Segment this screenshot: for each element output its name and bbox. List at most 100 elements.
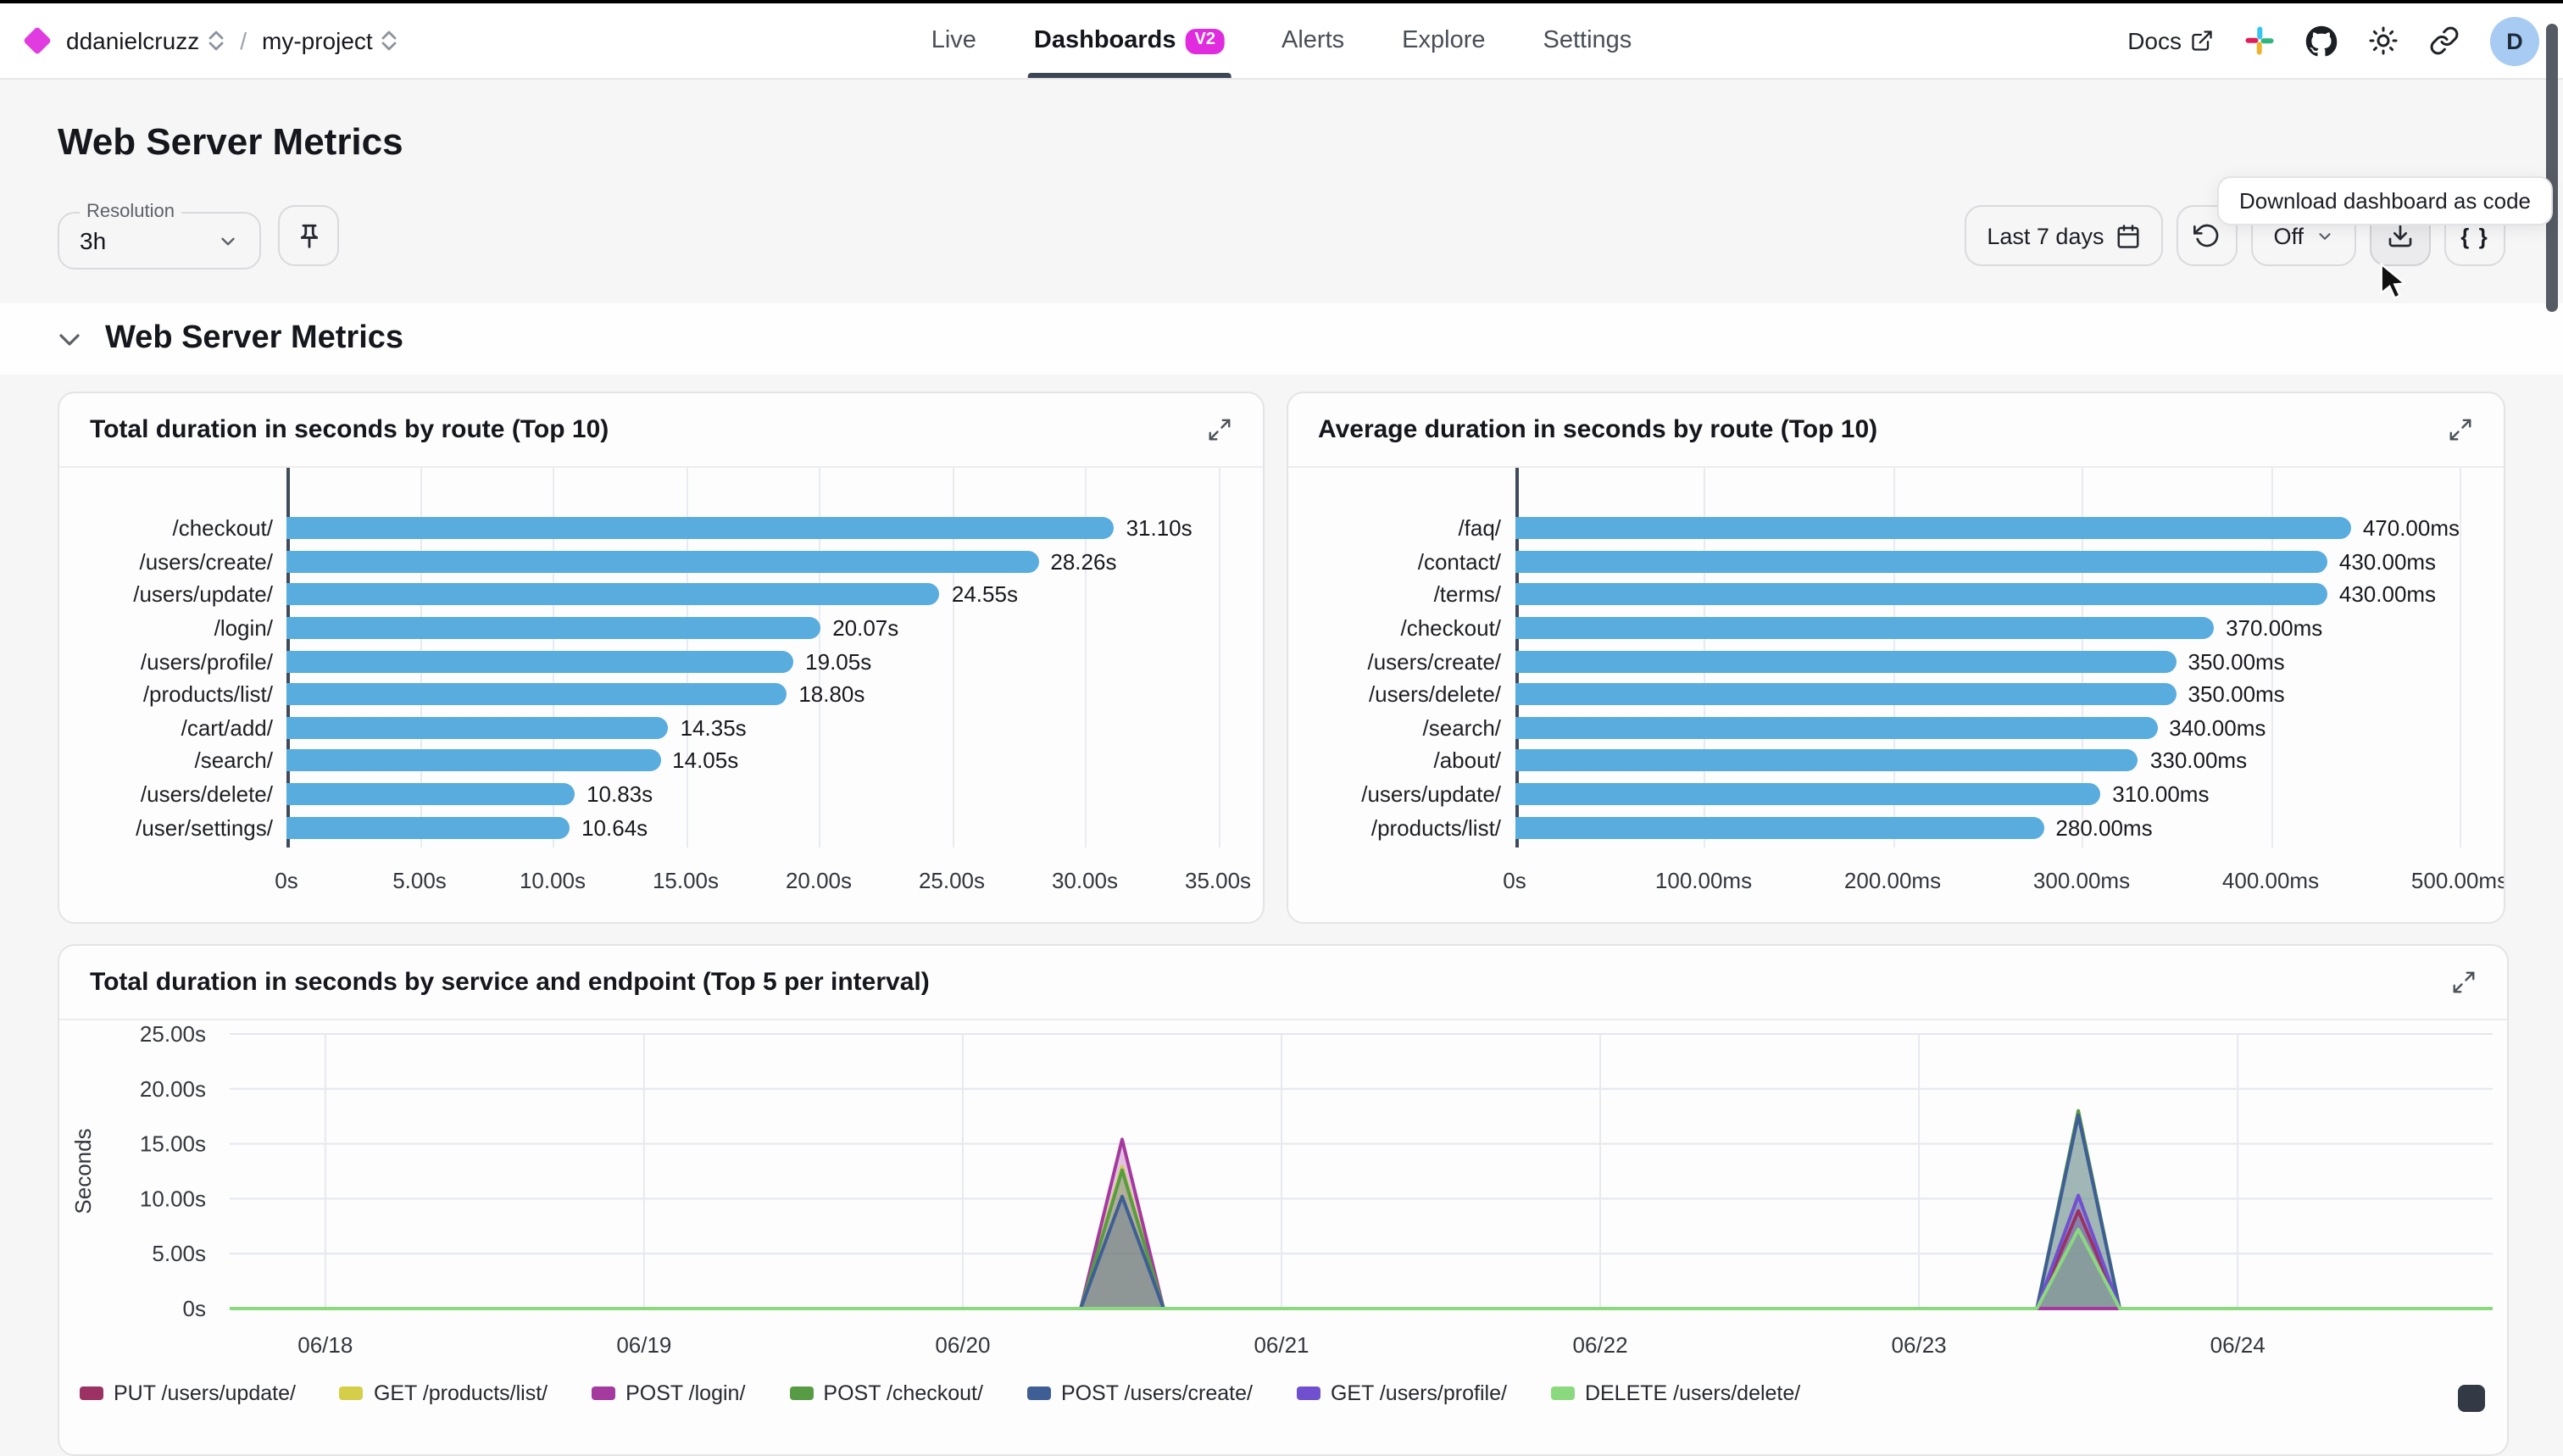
bar-row: /checkout/31.10s xyxy=(59,512,1262,545)
app-header: ddanielcruzz / my-project Live Dashboards… xyxy=(0,3,2563,80)
bar-value-label: 10.83s xyxy=(587,781,653,807)
time-range-button[interactable]: Last 7 days xyxy=(1965,205,2163,266)
external-link-icon xyxy=(2190,29,2214,53)
floating-widget[interactable] xyxy=(2458,1385,2485,1412)
tab-label: Explore xyxy=(1402,27,1485,54)
bar[interactable] xyxy=(1515,518,2351,540)
svg-text:06/23: 06/23 xyxy=(1892,1332,1947,1358)
bar-row: /users/create/28.26s xyxy=(59,545,1262,578)
expand-panel-icon[interactable] xyxy=(2451,970,2477,995)
bar[interactable] xyxy=(1515,551,2327,573)
dashboard-section-header[interactable]: Web Server Metrics xyxy=(0,303,2563,375)
svg-text:10.00s: 10.00s xyxy=(140,1186,206,1211)
tab-settings[interactable]: Settings xyxy=(1543,3,1632,78)
legend-swatch xyxy=(1027,1387,1051,1400)
bar[interactable] xyxy=(286,783,575,805)
x-axis-tick: 15.00s xyxy=(653,868,719,893)
avatar-initial: D xyxy=(2506,28,2523,53)
bar[interactable] xyxy=(286,684,787,706)
bar-value-label: 330.00ms xyxy=(2150,748,2247,774)
bar-row: /users/delete/350.00ms xyxy=(1287,678,2504,711)
bar-category-label: /contact/ xyxy=(1287,549,1515,575)
svg-text:15.00s: 15.00s xyxy=(140,1131,206,1156)
bar[interactable] xyxy=(1515,684,2176,706)
legend-item[interactable]: DELETE /users/delete/ xyxy=(1551,1381,1800,1405)
section-collapse-chevron-icon[interactable] xyxy=(58,328,81,350)
github-icon[interactable] xyxy=(2305,25,2338,57)
bar[interactable] xyxy=(1515,783,2100,805)
bar-chart[interactable]: /checkout/31.10s/users/create/28.26s/use… xyxy=(59,468,1262,922)
bar-row: /users/update/24.55s xyxy=(59,578,1262,611)
expand-panel-icon[interactable] xyxy=(2448,417,2473,442)
x-axis-tick: 5.00s xyxy=(392,868,447,893)
bar[interactable] xyxy=(1515,816,2043,838)
bar[interactable] xyxy=(1515,584,2327,606)
breadcrumb-separator: / xyxy=(240,27,247,54)
bar[interactable] xyxy=(1515,617,2214,639)
auto-refresh-value: Off xyxy=(2273,223,2304,248)
bar[interactable] xyxy=(286,518,1115,540)
tab-label: Alerts xyxy=(1282,27,1344,54)
area-chart[interactable]: 0s5.00s10.00s15.00s20.00s25.00s06/1806/1… xyxy=(59,1020,2507,1378)
bar-value-label: 430.00ms xyxy=(2339,582,2436,608)
bar[interactable] xyxy=(1515,717,2157,739)
x-axis-tick: 100.00ms xyxy=(1655,868,1752,893)
bar[interactable] xyxy=(286,617,820,639)
legend-item[interactable]: GET /products/list/ xyxy=(340,1381,548,1405)
bar[interactable] xyxy=(286,584,940,606)
bar[interactable] xyxy=(1515,750,2138,772)
bar-row: /login/20.07s xyxy=(59,612,1262,645)
legend-item[interactable]: POST /users/create/ xyxy=(1027,1381,1253,1405)
legend-swatch xyxy=(1297,1387,1320,1400)
pin-toolbar-button[interactable] xyxy=(278,205,339,266)
legend-item[interactable]: GET /users/profile/ xyxy=(1297,1381,1507,1405)
brand-logo-icon[interactable] xyxy=(23,26,52,55)
legend-item[interactable]: POST /login/ xyxy=(592,1381,745,1405)
bar-value-label: 370.00ms xyxy=(2226,615,2322,641)
svg-text:06/18: 06/18 xyxy=(297,1332,353,1358)
legend-item[interactable]: POST /checkout/ xyxy=(789,1381,983,1405)
bar[interactable] xyxy=(286,750,660,772)
tab-dashboards[interactable]: DashboardsV2 xyxy=(1034,3,1224,78)
theme-toggle-sun-icon[interactable] xyxy=(2368,25,2399,56)
legend-label: GET /products/list/ xyxy=(374,1381,548,1405)
bar-chart[interactable]: /faq/470.00ms/contact/430.00ms/terms/430… xyxy=(1287,468,2504,922)
bar[interactable] xyxy=(1515,650,2176,672)
bar-row: /users/profile/19.05s xyxy=(59,645,1262,678)
slack-icon[interactable] xyxy=(2244,25,2275,56)
bar-value-label: 470.00ms xyxy=(2363,516,2460,542)
bar[interactable] xyxy=(286,650,793,672)
org-switcher[interactable]: ddanielcruzz xyxy=(66,27,225,54)
svg-text:5.00s: 5.00s xyxy=(152,1241,206,1266)
bar-category-label: /products/list/ xyxy=(59,682,286,708)
bar-category-label: /users/create/ xyxy=(1287,648,1515,674)
header-actions: Docs D xyxy=(2127,16,2539,65)
tab-explore[interactable]: Explore xyxy=(1402,3,1485,78)
legend-label: DELETE /users/delete/ xyxy=(1585,1381,1800,1405)
expand-panel-icon[interactable] xyxy=(1206,417,1231,442)
tab-live[interactable]: Live xyxy=(931,3,976,78)
bar-value-label: 340.00ms xyxy=(2169,715,2266,741)
tab-alerts[interactable]: Alerts xyxy=(1282,3,1344,78)
legend-label: PUT /users/update/ xyxy=(114,1381,296,1405)
scrollbar-thumb[interactable] xyxy=(2546,24,2558,312)
panel-title: Total duration in seconds by route (Top … xyxy=(90,415,609,444)
bar-row: /terms/430.00ms xyxy=(1287,578,2504,611)
bar-category-label: /users/create/ xyxy=(59,549,286,575)
user-avatar[interactable]: D xyxy=(2490,16,2539,65)
bar-category-label: /users/update/ xyxy=(1287,781,1515,807)
bar-category-label: /users/delete/ xyxy=(59,781,286,807)
chevron-down-icon xyxy=(217,230,239,252)
page-title: Web Server Metrics xyxy=(58,120,2505,164)
docs-link[interactable]: Docs xyxy=(2127,27,2214,54)
panel-average-duration-by-route: Average duration in seconds by route (To… xyxy=(1286,392,2505,924)
legend-item[interactable]: PUT /users/update/ xyxy=(80,1381,296,1405)
chevron-down-icon xyxy=(2316,226,2334,245)
bar[interactable] xyxy=(286,717,669,739)
bar[interactable] xyxy=(286,551,1038,573)
bar[interactable] xyxy=(286,816,570,838)
resolution-select[interactable]: Resolution 3h xyxy=(58,202,261,270)
braces-label: { } xyxy=(2460,223,2488,248)
project-switcher[interactable]: my-project xyxy=(262,27,398,54)
share-link-icon[interactable] xyxy=(2429,25,2460,56)
